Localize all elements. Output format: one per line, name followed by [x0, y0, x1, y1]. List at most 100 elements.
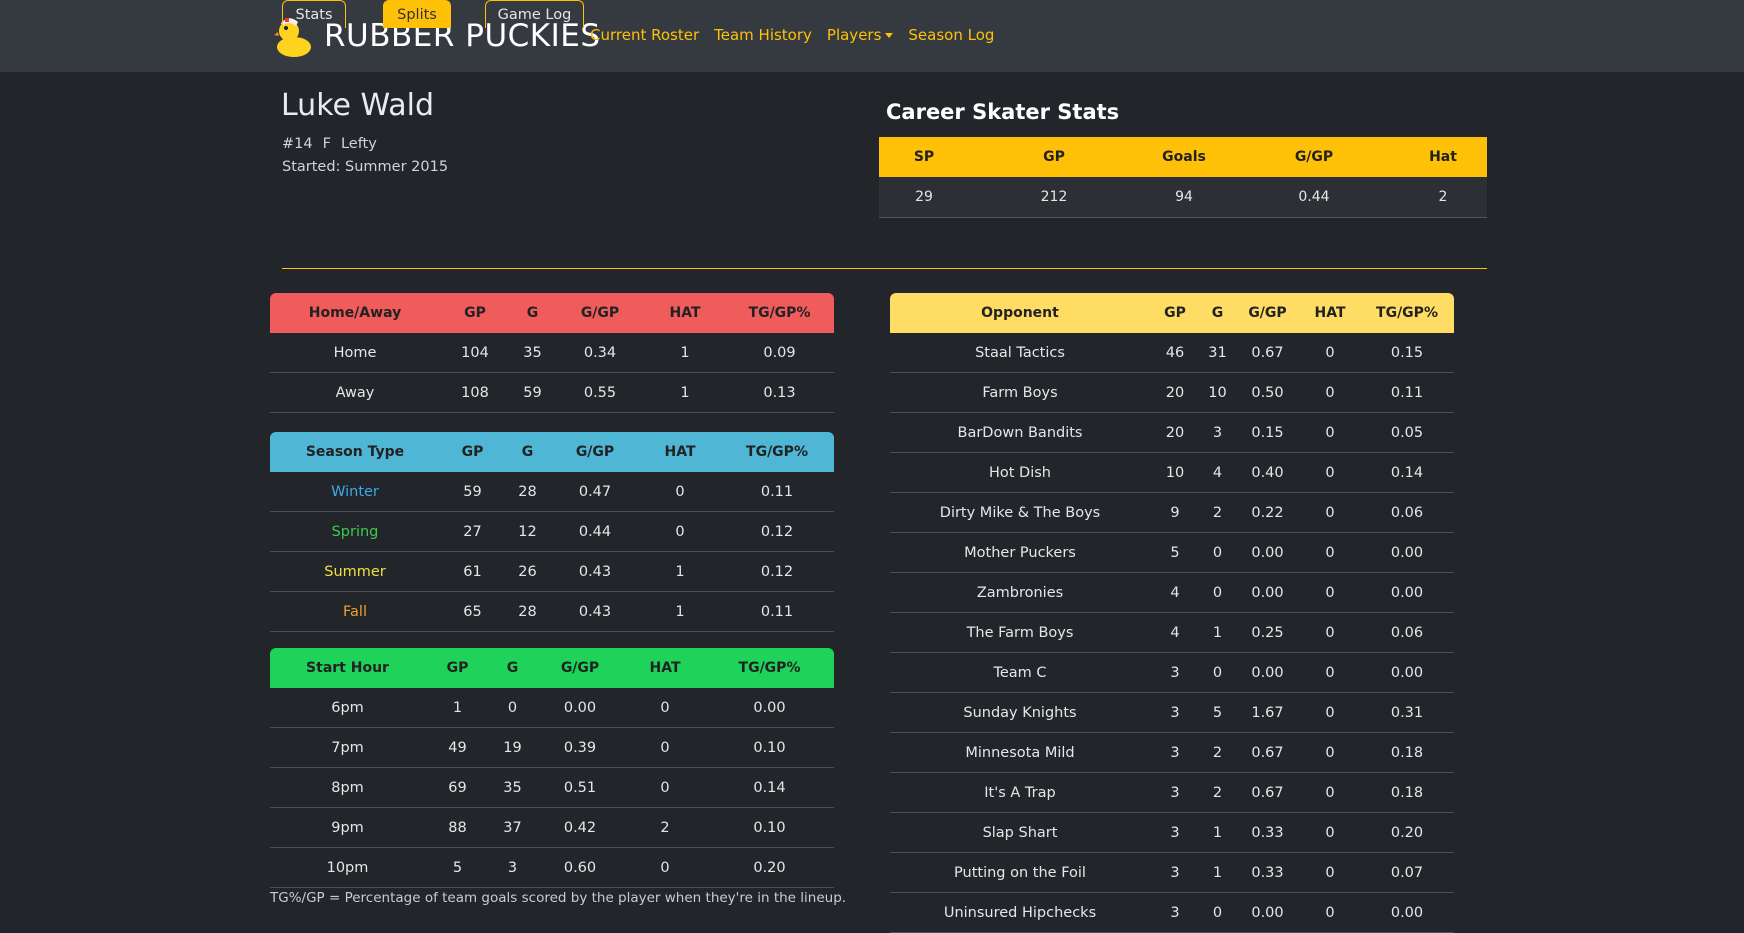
table-cell: 3 [1150, 692, 1200, 733]
career-cell: 0.44 [1229, 177, 1399, 218]
table-cell: 0.40 [1235, 452, 1300, 493]
player-position: F [322, 136, 331, 152]
table-cell: 0.51 [535, 767, 625, 808]
nav-players-dropdown[interactable]: Players [827, 26, 894, 44]
table-cell: 4 [1150, 612, 1200, 653]
table-cell: 0 [1300, 892, 1360, 933]
table-row: Staal Tactics 46 31 0.67 0 0.15 [890, 333, 1454, 373]
career-stats-title: Career Skater Stats [886, 100, 1120, 124]
opponent-table-header: G/GP [1235, 293, 1300, 333]
table-cell: 0 [1300, 732, 1360, 773]
table-cell: 0.31 [1360, 692, 1454, 733]
table-cell: 1 [1200, 812, 1235, 853]
table-cell: 0 [1300, 852, 1360, 893]
table-cell: 20 [1150, 372, 1200, 413]
start-hour-table-header: G [490, 648, 535, 688]
nav-current-roster[interactable]: Current Roster [590, 26, 699, 44]
table-cell: 3 [1150, 852, 1200, 893]
table-cell: 0 [1300, 612, 1360, 653]
table-cell: 2 [1200, 772, 1235, 813]
table-cell: 0.00 [705, 688, 834, 728]
table-cell: 0.33 [1235, 812, 1300, 853]
table-cell: 0.11 [720, 472, 834, 512]
tab-splits[interactable]: Splits [383, 0, 451, 28]
table-cell: 69 [425, 767, 490, 808]
table-cell: 5 [1200, 692, 1235, 733]
row-label: 8pm [270, 767, 425, 808]
table-cell: 0.14 [1360, 452, 1454, 493]
table-cell: 4 [1150, 572, 1200, 613]
table-row: Farm Boys 20 10 0.50 0 0.11 [890, 372, 1454, 413]
start-hour-table-header-row: Start Hour GP G G/GP HAT TG/GP% [270, 648, 834, 688]
home-away-table: Home/Away GP G G/GP HAT TG/GP% Home 104 35 0.34 1 0… [270, 293, 834, 413]
table-row: Zambronies 4 0 0.00 0 0.00 [890, 572, 1454, 613]
start-hour-table: Start Hour GP G G/GP HAT TG/GP% 6pm 1 0 0.00 0 0.00… [270, 648, 834, 888]
table-cell: 49 [425, 727, 490, 768]
tab-game-log[interactable]: Game Log [485, 0, 584, 28]
table-cell: 5 [425, 847, 490, 888]
table-cell: 0.18 [1360, 732, 1454, 773]
table-cell: 3 [1200, 412, 1235, 453]
table-cell: 1 [645, 372, 725, 413]
table-cell: 0.10 [705, 807, 834, 848]
table-cell: 0 [1300, 333, 1360, 373]
table-cell: 1 [640, 591, 720, 632]
table-cell: 0.11 [720, 591, 834, 632]
table-cell: 19 [490, 727, 535, 768]
table-cell: 108 [440, 372, 510, 413]
table-row: 9pm 88 37 0.42 2 0.10 [270, 807, 834, 848]
table-cell: 0.12 [720, 511, 834, 552]
row-label: Team C [890, 652, 1150, 693]
table-cell: 0.00 [1360, 532, 1454, 573]
row-label: 9pm [270, 807, 425, 848]
table-cell: 0 [640, 511, 720, 552]
table-cell: 0.10 [705, 727, 834, 768]
career-header: GP [969, 137, 1139, 177]
opponent-table-header: TG/GP% [1360, 293, 1454, 333]
caret-down-icon [885, 33, 894, 38]
tab-stats[interactable]: Stats [282, 0, 346, 28]
row-label: Mother Puckers [890, 532, 1150, 573]
table-cell: 104 [440, 333, 510, 373]
table-cell: 0 [1300, 812, 1360, 853]
table-cell: 0.43 [550, 591, 640, 632]
nav-season-log[interactable]: Season Log [908, 26, 994, 44]
career-header: SP [879, 137, 969, 177]
table-cell: 0.07 [1360, 852, 1454, 893]
table-row: Winter 59 28 0.47 0 0.11 [270, 472, 834, 512]
row-label: 10pm [270, 847, 425, 888]
start-hour-table-header: HAT [625, 648, 705, 688]
season-type-table-header: Season Type [270, 432, 440, 472]
table-row: Mother Puckers 5 0 0.00 0 0.00 [890, 532, 1454, 573]
table-cell: 3 [1150, 812, 1200, 853]
career-header: Hat [1399, 137, 1487, 177]
career-cell: 94 [1139, 177, 1229, 218]
table-cell: 0.50 [1235, 372, 1300, 413]
table-row: 10pm 5 3 0.60 0 0.20 [270, 847, 834, 888]
table-cell: 0.06 [1360, 492, 1454, 533]
opponent-table: Opponent GP G G/GP HAT TG/GP% Staal Tactics 46 3… [890, 293, 1454, 933]
table-cell: 0.44 [550, 511, 640, 552]
row-label: 7pm [270, 727, 425, 768]
table-row: Team C 3 0 0.00 0 0.00 [890, 652, 1454, 693]
table-cell: 0 [1300, 572, 1360, 613]
table-cell: 0.00 [1360, 652, 1454, 693]
table-row: 6pm 1 0 0.00 0 0.00 [270, 688, 834, 728]
table-cell: 2 [1200, 492, 1235, 533]
home-away-table-header: Home/Away [270, 293, 440, 333]
table-cell: 0 [625, 767, 705, 808]
table-cell: 3 [1150, 732, 1200, 773]
opponent-table-header: Opponent [890, 293, 1150, 333]
table-cell: 0.34 [555, 333, 645, 373]
table-cell: 1.67 [1235, 692, 1300, 733]
row-label: It's A Trap [890, 772, 1150, 813]
row-label: Spring [270, 511, 440, 552]
nav-team-history[interactable]: Team History [714, 26, 812, 44]
table-cell: 0 [1200, 572, 1235, 613]
table-cell: 2 [625, 807, 705, 848]
row-label: Hot Dish [890, 452, 1150, 493]
player-name: Luke Wald [281, 88, 435, 123]
table-row: Sunday Knights 3 5 1.67 0 0.31 [890, 692, 1454, 733]
table-cell: 0.00 [1235, 652, 1300, 693]
table-cell: 0 [1300, 692, 1360, 733]
